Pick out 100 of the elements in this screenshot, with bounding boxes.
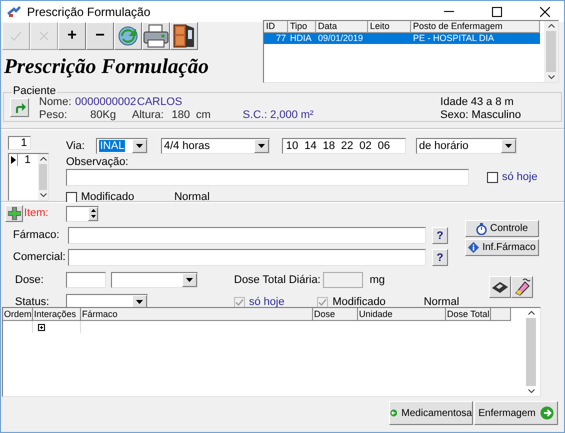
column-header[interactable]: Interações [33, 308, 81, 321]
unit-text: mg [370, 272, 385, 288]
go-button[interactable] [10, 98, 29, 116]
admissions-list[interactable]: ID Tipo Data Leito Posto de Enfermagem 77 HDIA 09/01/2019 PE - HOSPITAL DIA [263, 20, 559, 83]
caret-icon [136, 144, 143, 148]
window-title: Prescrição Formulação [27, 4, 150, 20]
dropdown-button[interactable] [132, 139, 147, 153]
drug-field[interactable] [68, 227, 426, 244]
eraser-icon [513, 278, 531, 296]
field-label: Fármaco: [13, 228, 60, 244]
patient-code: 0000000002 [75, 96, 137, 108]
column-header[interactable]: Posto de Enfermagem [411, 21, 540, 33]
toolbar-button[interactable] [114, 22, 142, 50]
column-header[interactable]: Leito [368, 21, 411, 33]
combo-value: INAL [98, 140, 126, 152]
help-button[interactable]: ? [432, 249, 448, 266]
body-surface: S.C.: 2,000 m² [242, 109, 314, 121]
patient-age: Idade 43 a 8 m [440, 96, 515, 108]
dropdown-button[interactable] [501, 139, 516, 153]
caret-icon [505, 144, 512, 148]
help-button[interactable]: ? [432, 227, 448, 244]
schedule-dropdown[interactable]: de horário [416, 138, 517, 154]
times-field[interactable]: 10 14 18 22 02 06 [282, 138, 406, 154]
patient-sex: Sexo: Masculino [440, 109, 521, 121]
erase-button[interactable] [511, 276, 533, 298]
field-label: Altura: [132, 109, 165, 121]
check-icon [10, 31, 22, 41]
scroll-down-icon[interactable] [528, 389, 534, 393]
spin-buttons[interactable] [88, 206, 98, 220]
column-header[interactable]: Dose [313, 308, 358, 321]
checkbox-label: só hoje [502, 170, 538, 186]
printer-icon [143, 24, 169, 48]
curved-arrow-icon [14, 102, 26, 112]
blank-column-header [491, 308, 511, 321]
close-icon[interactable] [540, 6, 550, 16]
checkbox[interactable] [66, 192, 77, 203]
toolbar-button[interactable] [142, 22, 170, 50]
checkbox-label: Modificado [81, 190, 134, 205]
scrollbar[interactable] [38, 154, 48, 200]
field-label: Dose: [15, 272, 45, 288]
dose-unit-dropdown[interactable] [111, 272, 198, 288]
field-label: Status: [15, 294, 50, 310]
combo-value: de horário [418, 140, 470, 152]
nav-button[interactable]: Medicamentosa [389, 401, 473, 425]
control-button[interactable]: Controle [465, 220, 539, 237]
stopwatch-icon [476, 222, 488, 234]
column-header[interactable]: Data [316, 21, 368, 33]
caret-icon [258, 144, 265, 148]
via-dropdown[interactable]: INAL [96, 138, 148, 154]
observation-field[interactable] [66, 169, 469, 186]
table-cell-text: 09/01/2019 [317, 33, 364, 44]
save-button[interactable] [489, 276, 511, 298]
frequency-dropdown[interactable]: 4/4 horas [161, 138, 270, 154]
field-label: Observação: [66, 156, 130, 169]
add-item-button[interactable] [5, 205, 23, 222]
column-header[interactable]: ID [264, 21, 288, 33]
toolbar-button[interactable]: + [58, 22, 86, 50]
caret-icon [136, 300, 143, 304]
scroll-up-icon[interactable] [528, 311, 534, 315]
right-arrow-icon [540, 406, 554, 420]
brand-field[interactable] [68, 249, 426, 266]
dose-field[interactable] [66, 272, 106, 288]
door-icon [173, 24, 195, 48]
scroll-down-icon[interactable] [548, 75, 554, 79]
daily-dose-field [322, 272, 363, 288]
dropdown-button[interactable] [254, 139, 269, 153]
maximize-icon[interactable] [492, 6, 502, 16]
scrollbar[interactable] [544, 21, 558, 82]
weight-value: 80Kg [89, 109, 116, 121]
scrollbar[interactable] [525, 308, 537, 396]
group-legend: Paciente [12, 85, 57, 97]
column-header[interactable]: Unidade [358, 308, 446, 321]
dropdown-button[interactable] [182, 273, 197, 287]
caret-icon [186, 278, 193, 282]
column-header[interactable]: Ordem [3, 308, 33, 321]
row-pointer-icon [9, 154, 18, 166]
scroll-down-icon[interactable] [40, 193, 46, 197]
prescription-number-field[interactable]: 1 [8, 136, 31, 150]
field-label: Item: [24, 206, 50, 222]
field-label: Nome: [39, 96, 72, 108]
expand-icon[interactable] [38, 324, 45, 330]
scroll-up-icon[interactable] [40, 157, 46, 161]
page-heading: Prescrição Formulação [4, 54, 210, 78]
prescription-grid[interactable]: 1 [8, 153, 49, 201]
drug-info-button[interactable]: Inf.Fármaco [465, 239, 539, 256]
nav-button[interactable]: Enfermagem [474, 401, 558, 425]
tool-symbol: + [67, 28, 77, 44]
field-label: Dose Total Diária: [234, 272, 321, 288]
scroll-up-icon[interactable] [548, 24, 554, 28]
column-header[interactable]: Dose Total [446, 308, 491, 321]
combo-value: 4/4 horas [163, 140, 211, 152]
table-cell-text: 77 [274, 33, 287, 44]
field-label: Comercial: [13, 250, 67, 266]
checkbox[interactable] [487, 172, 498, 183]
column-header[interactable]: Fármaco [81, 308, 313, 321]
item-spinner[interactable] [66, 206, 99, 222]
toolbar-button[interactable]: − [86, 22, 114, 50]
toolbar-button[interactable] [170, 22, 198, 50]
column-header[interactable]: Tipo [288, 21, 316, 33]
admission-row[interactable]: 77 HDIA 09/01/2019 PE - HOSPITAL DIA [264, 33, 540, 44]
